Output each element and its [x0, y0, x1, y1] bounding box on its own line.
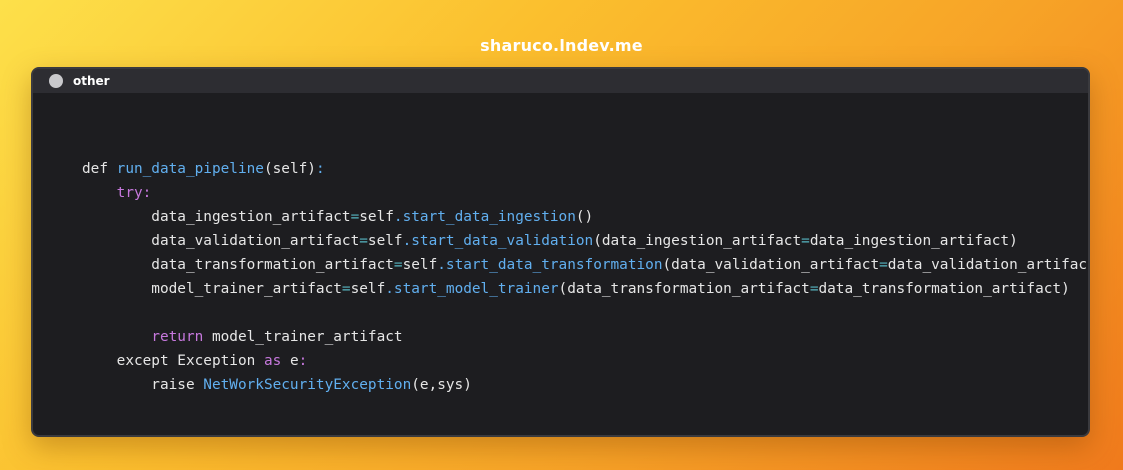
code-token-plain: (e,sys): [411, 377, 472, 393]
code-token-function: .: [437, 257, 446, 273]
code-line: data_transformation_artifact=self.start_…: [82, 253, 1090, 277]
code-token-plain: self: [402, 257, 438, 273]
code-line: raise NetWorkSecurityException(e,sys): [82, 373, 1088, 397]
code-token-plain: data_validation_artifact: [82, 233, 360, 249]
code-token-function: NetWorkSecurityException: [203, 377, 412, 393]
code-token-function: start_model_trainer: [393, 281, 559, 297]
code-token-operator: =: [879, 257, 888, 273]
code-token-function: run_data_pipeline: [116, 161, 264, 177]
code-line: return model_trainer_artifact: [82, 325, 1088, 349]
code-line: except Exception as e:: [82, 349, 1088, 373]
code-token-keyword: as: [263, 353, 282, 369]
code-token-plain: (self): [263, 161, 316, 177]
code-token-operator: =: [359, 233, 368, 249]
code-token-function: :: [315, 161, 325, 177]
site-url-title: sharuco.lndev.me: [480, 36, 643, 55]
window-titlebar: other: [33, 69, 1088, 93]
code-token-operator: =: [341, 281, 351, 297]
code-line: data_ingestion_artifact=self.start_data_…: [82, 205, 1088, 229]
code-token-function: .: [385, 281, 394, 297]
code-token-plain: data_transformation_artifact): [818, 281, 1070, 297]
language-tab-label: other: [73, 74, 110, 88]
circle-icon: [49, 74, 63, 88]
code-line: def run_data_pipeline(self):: [82, 157, 1088, 181]
code-token-keyword: try:: [116, 185, 152, 201]
code-token-operator: =: [350, 209, 360, 225]
code-token-plain: data_ingestion_artifact): [809, 233, 1018, 249]
code-token-keyword: return: [151, 329, 204, 345]
code-token-operator: =: [393, 257, 403, 273]
code-window: other def run_data_pipeline(self): try: …: [31, 67, 1090, 437]
code-token-keyword: :: [298, 353, 308, 369]
code-token-plain: self: [359, 209, 394, 225]
code-token-plain: self: [367, 233, 403, 249]
code-token-plain: (data_transformation_artifact: [558, 281, 810, 297]
code-line: model_trainer_artifact=self.start_model_…: [82, 277, 1088, 301]
code-token-operator: =: [801, 233, 810, 249]
code-token-plain: e: [281, 353, 299, 369]
code-token-function: start_data_ingestion: [402, 209, 576, 225]
code-token-plain: model_trainer_artifact: [82, 281, 342, 297]
code-token-function: .: [402, 233, 412, 249]
code-token-plain: model_trainer_artifact: [203, 329, 403, 345]
code-token-function: start_data_transformation: [445, 257, 663, 273]
code-token-plain: self: [350, 281, 386, 297]
code-token-plain: data_ingestion_artifact: [82, 209, 351, 225]
code-token-function: .: [393, 209, 403, 225]
code-token-plain: (data_validation_artifact: [662, 257, 880, 273]
code-line: data_validation_artifact=self.start_data…: [82, 229, 1088, 253]
code-token-plain: except Exception: [82, 353, 264, 369]
code-token-function: start_data_validation: [411, 233, 594, 249]
code-token-plain: data_validation_artifact): [887, 257, 1090, 273]
code-token-plain: def: [82, 161, 117, 177]
code-token-plain: (): [575, 209, 594, 225]
code-block: def run_data_pipeline(self): try: data_i…: [82, 133, 1090, 397]
code-token-plain: raise: [82, 377, 204, 393]
code-line: try:: [82, 181, 1088, 205]
code-token-plain: data_transformation_artifact: [82, 257, 394, 273]
code-token-plain: (data_ingestion_artifact: [593, 233, 802, 249]
